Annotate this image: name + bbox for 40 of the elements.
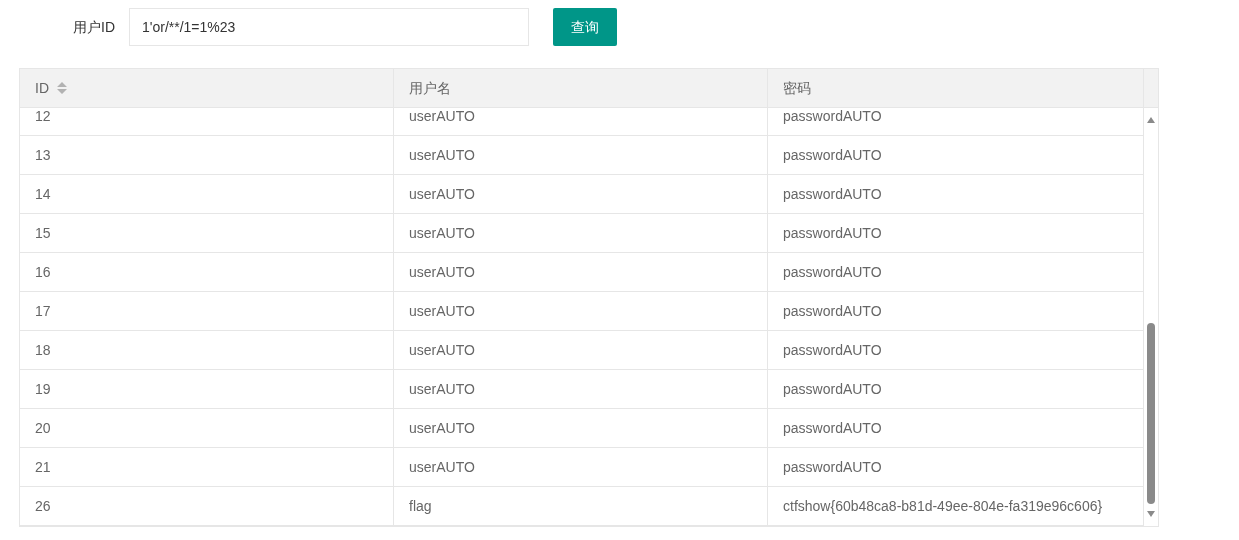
table-cell-text: passwordAUTO: [782, 379, 883, 399]
table-cell: userAUTO: [394, 253, 768, 291]
table-cell: 17: [20, 292, 394, 330]
table-cell: 18: [20, 331, 394, 369]
table-cell-text: passwordAUTO: [782, 108, 883, 126]
table-cell: 13: [20, 136, 394, 174]
table-cell-text: passwordAUTO: [782, 145, 883, 165]
table-cell-text: ctfshow{60b48ca8-b81d-49ee-804e-fa319e96c606}: [782, 496, 1104, 516]
table-cell: userAUTO: [394, 108, 768, 135]
table-cell-text: passwordAUTO: [782, 457, 883, 477]
table-cell: 19: [20, 370, 394, 408]
table-cell: 26: [20, 487, 394, 525]
table-cell: userAUTO: [394, 409, 768, 447]
table-cell: 16: [20, 253, 394, 291]
table-cell: 14: [20, 175, 394, 213]
table-cell: userAUTO: [394, 214, 768, 252]
table-cell: userAUTO: [394, 331, 768, 369]
sort-icon[interactable]: [57, 81, 67, 95]
table-cell-text: passwordAUTO: [782, 223, 883, 243]
column-header[interactable]: ID: [35, 77, 49, 99]
column-header: 用户名: [409, 78, 451, 98]
table-cell-text: passwordAUTO: [782, 301, 883, 321]
table-cell: 21: [20, 448, 394, 486]
table-cell-text: passwordAUTO: [782, 262, 883, 282]
table-cell: userAUTO: [394, 175, 768, 213]
table-cell: userAUTO: [394, 370, 768, 408]
table-cell-text: passwordAUTO: [782, 340, 883, 360]
table-cell: userAUTO: [394, 136, 768, 174]
table-cell-text: passwordAUTO: [782, 184, 883, 204]
table-cell: 12: [20, 108, 394, 135]
table-cell: userAUTO: [394, 448, 768, 486]
table-cell: 15: [20, 214, 394, 252]
table-cell: userAUTO: [394, 292, 768, 330]
table-cell: flag: [394, 487, 768, 525]
table-cell-text: passwordAUTO: [782, 418, 883, 438]
user-id-field[interactable]: 1'or/**/1=1%23: [129, 8, 529, 46]
column-header: 密码: [783, 78, 811, 98]
table-cell: 20: [20, 409, 394, 447]
field-label: 用户ID: [73, 17, 116, 37]
query-button[interactable]: 查询: [553, 8, 617, 46]
